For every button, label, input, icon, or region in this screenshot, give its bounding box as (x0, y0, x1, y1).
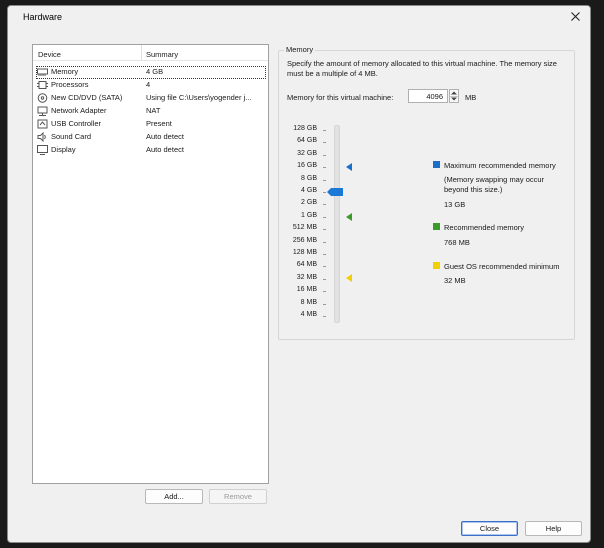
scale-label: 16 GB (297, 162, 317, 170)
cd-dvd-icon (37, 93, 48, 103)
device-name: Memory (51, 67, 79, 76)
memory-decrease-button[interactable] (450, 96, 458, 102)
column-device[interactable]: Device (38, 50, 61, 59)
device-summary: NAT (146, 106, 161, 115)
memory-group: Memory Specify the amount of memory allo… (278, 45, 575, 340)
recommended-value: 768 MB (444, 238, 470, 247)
scale-label: 1 GB (301, 211, 317, 219)
device-row-cd-dvd[interactable]: New CD/DVD (SATA) Using file C:\Users\yo… (35, 92, 266, 104)
close-button[interactable]: Close (461, 521, 518, 536)
max-recommended-swatch (433, 161, 440, 168)
scale-label: 8 MB (300, 298, 317, 306)
memory-slider-thumb[interactable] (327, 188, 343, 196)
device-summary: Using file C:\Users\yogender j... (146, 93, 252, 102)
recommended-title: Recommended memory (444, 223, 525, 232)
memory-description: Specify the amount of memory allocated t… (287, 59, 557, 78)
add-device-button[interactable]: Add... (145, 489, 203, 504)
max-recommended-note: (Memory swapping may occur beyond this s… (444, 175, 545, 194)
device-summary: Present (146, 119, 172, 128)
scale-label: 8 GB (301, 174, 317, 182)
device-row-display[interactable]: Display Auto detect (35, 144, 266, 156)
memory-group-label: Memory (284, 45, 316, 54)
scale-label: 16 MB (296, 286, 317, 294)
scale-label: 512 MB (292, 224, 317, 232)
device-summary: 4 (146, 80, 151, 89)
help-button[interactable]: Help (525, 521, 582, 536)
device-row-sound-card[interactable]: Sound Card Auto detect (35, 131, 266, 143)
scale-label: 64 GB (297, 137, 317, 145)
scale-label: 128 MB (292, 249, 317, 256)
scale-label: 4 GB (301, 187, 317, 194)
device-name: New CD/DVD (SATA) (51, 93, 123, 102)
device-summary: Auto detect (146, 132, 184, 141)
close-window-button[interactable] (566, 8, 584, 26)
device-name: USB Controller (51, 119, 102, 128)
memory-icon (37, 68, 48, 76)
max-recommended-value: 13 GB (444, 200, 466, 209)
scale-label: 64 MB (296, 261, 317, 269)
remove-device-button[interactable]: Remove (209, 489, 267, 504)
scale-label: 2 GB (301, 199, 317, 207)
recommended-marker (346, 213, 352, 221)
guest-min-swatch (433, 262, 440, 269)
recommended-swatch (433, 223, 440, 230)
memory-unit: MB (465, 93, 477, 102)
device-row-usb-controller[interactable]: USB Controller Present (35, 118, 266, 130)
device-list-header: Device Summary (33, 45, 268, 61)
hardware-dialog: Hardware Device Summary Memory 4 GB Proc… (7, 5, 591, 543)
device-row-memory[interactable]: Memory 4 GB (35, 66, 266, 79)
display-icon (37, 145, 48, 155)
max-recommended-marker (346, 163, 352, 171)
device-name: Processors (51, 80, 89, 89)
memory-field-label: Memory for this virtual machine: (287, 93, 394, 102)
memory-spinner (449, 89, 459, 103)
guest-min-title: Guest OS recommended minimum (444, 262, 560, 271)
device-list[interactable]: Device Summary Memory 4 GB Processors 4 … (32, 44, 269, 484)
memory-size-input[interactable]: 4096 (408, 89, 448, 103)
scale-label: 256 MB (292, 236, 317, 244)
chevron-down-icon (451, 97, 457, 101)
guest-min-marker (346, 274, 352, 282)
close-icon (570, 12, 580, 21)
scale-label: 4 MB (300, 311, 317, 318)
device-row-processors[interactable]: Processors 4 (35, 79, 266, 91)
device-summary: Auto detect (146, 145, 184, 154)
dialog-title: Hardware (23, 12, 63, 22)
chevron-up-icon (451, 91, 457, 95)
device-row-network-adapter[interactable]: Network Adapter NAT (35, 105, 266, 117)
sound-card-icon (37, 132, 46, 142)
title-bar: Hardware (8, 6, 590, 28)
usb-controller-icon (37, 119, 48, 129)
network-adapter-icon (37, 106, 48, 116)
scale-label: 128 GB (293, 125, 317, 132)
processor-icon (37, 81, 48, 89)
device-name: Display (51, 145, 76, 154)
scale-label: 32 MB (296, 273, 317, 281)
device-name: Network Adapter (51, 106, 107, 115)
device-summary: 4 GB (146, 67, 164, 76)
memory-slider-track[interactable] (334, 125, 340, 323)
guest-min-value: 32 MB (444, 276, 466, 285)
device-name: Sound Card (51, 132, 92, 141)
max-recommended-title: Maximum recommended memory (444, 161, 556, 170)
column-summary[interactable]: Summary (146, 50, 178, 59)
scale-label: 32 GB (297, 149, 317, 157)
